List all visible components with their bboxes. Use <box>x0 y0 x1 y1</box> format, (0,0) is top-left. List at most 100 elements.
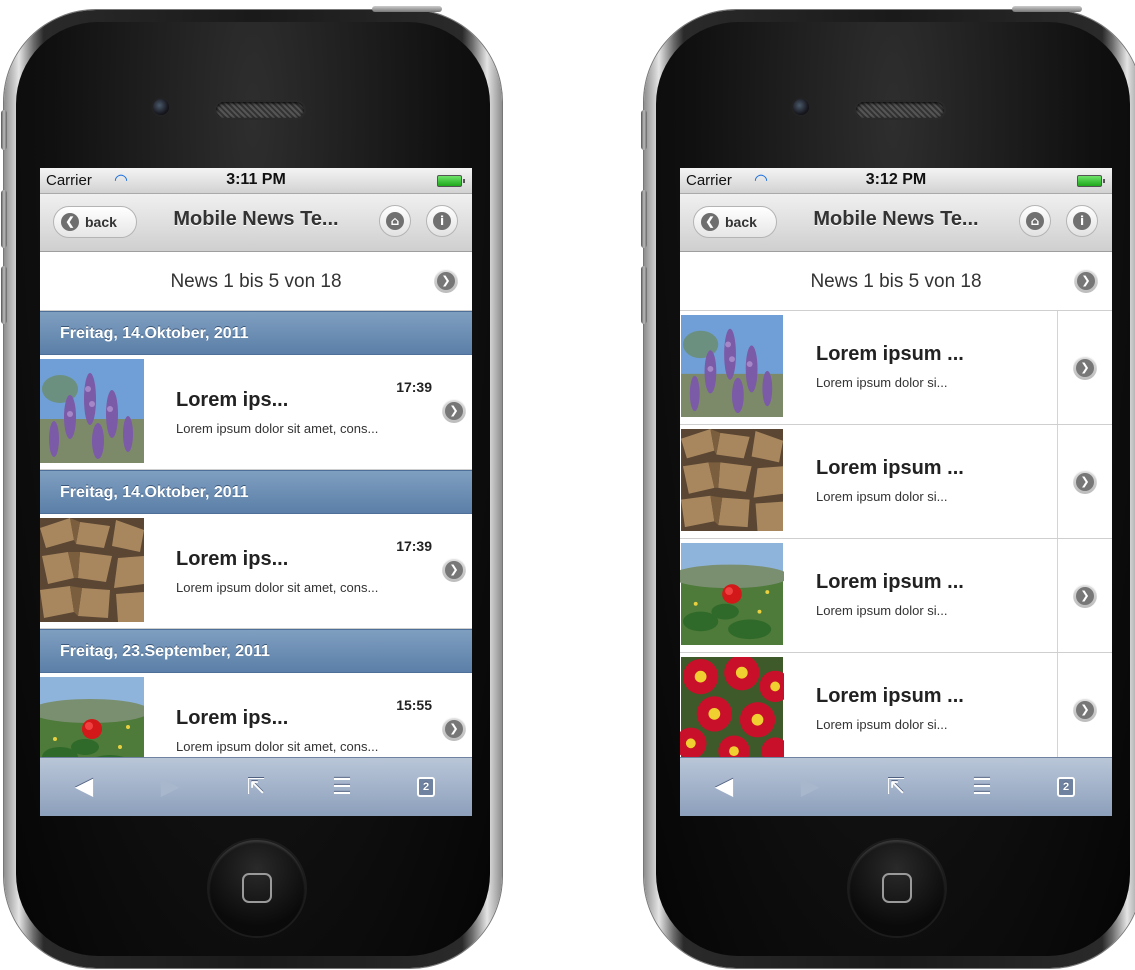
clock: 3:11 PM <box>226 171 286 188</box>
news-thumbnail <box>40 359 144 463</box>
arrow-left-icon[interactable]: ◀ <box>704 772 744 802</box>
earpiece-speaker <box>216 102 304 118</box>
news-item[interactable]: Lorem ips... Lorem ipsum dolor sit amet,… <box>40 355 472 470</box>
home-button[interactable] <box>849 840 945 936</box>
browser-toolbar: ◀ ▶ ⇱ ☰ 2 <box>680 757 1112 816</box>
front-camera <box>793 99 809 115</box>
news-time: 17:39 <box>396 538 432 554</box>
news-description: Lorem ipsum dolor sit amet, cons... <box>176 739 379 754</box>
news-title: Lorem ips... <box>176 707 289 729</box>
news-item[interactable]: Lorem ipsum ... Lorem ipsum dolor si... … <box>680 311 1112 425</box>
item-detail-button[interactable]: ❯ <box>1073 470 1097 494</box>
split-divider <box>1057 539 1058 652</box>
news-time: 15:55 <box>396 697 432 713</box>
home-button[interactable] <box>209 840 305 936</box>
info-icon: i <box>433 212 451 230</box>
share-icon[interactable]: ⇱ <box>876 772 916 802</box>
split-divider <box>1057 425 1058 538</box>
date-divider: Freitag, 14.Oktober, 2011 <box>40 311 472 355</box>
battery-icon <box>437 175 465 187</box>
item-detail-button[interactable]: ❯ <box>1073 584 1097 608</box>
news-title: Lorem ips... <box>176 548 289 570</box>
chevron-right-icon: ❯ <box>1076 701 1094 719</box>
browser-toolbar: ◀ ▶ ⇱ ☰ 2 <box>40 757 472 816</box>
volume-down-button <box>641 266 647 324</box>
chevron-right-icon: ❯ <box>1076 359 1094 377</box>
clock: 3:12 PM <box>865 171 927 188</box>
chevron-right-icon: ❯ <box>1076 587 1094 605</box>
header-bar: ❮ back Mobile News Te... ⌂ i <box>680 194 1112 252</box>
battery-icon <box>1077 175 1105 187</box>
item-detail-button[interactable]: ❯ <box>1073 356 1097 380</box>
volume-up-button <box>641 190 647 248</box>
item-chevron: ❯ <box>442 399 466 423</box>
news-description: Lorem ipsum dolor si... <box>816 489 948 504</box>
news-title: Lorem ips... <box>176 389 289 411</box>
home-icon: ⌂ <box>1026 212 1044 230</box>
chevron-right-icon: ❯ <box>1076 473 1094 491</box>
news-item[interactable]: Lorem ips... Lorem ipsum dolor sit amet,… <box>40 514 472 629</box>
news-item[interactable]: Lorem ipsum ... Lorem ipsum dolor si... … <box>680 653 1112 767</box>
arrow-right-icon[interactable]: ▶ <box>790 772 830 802</box>
news-item[interactable]: Lorem ipsum ... Lorem ipsum dolor si... … <box>680 425 1112 539</box>
news-description: Lorem ipsum dolor si... <box>816 603 948 618</box>
earpiece-speaker <box>856 102 944 118</box>
power-button <box>372 6 442 12</box>
status-bar: Carrier ◠ 3:11 PM <box>40 168 472 194</box>
volume-up-button <box>1 190 7 248</box>
news-title: Lorem ipsum ... <box>816 343 964 365</box>
chevron-right-icon: ❯ <box>445 561 463 579</box>
info-button[interactable]: i <box>426 205 458 237</box>
item-chevron: ❯ <box>442 717 466 741</box>
status-bar: Carrier ◠ 3:12 PM <box>680 168 1112 194</box>
volume-down-button <box>1 266 7 324</box>
pager-text: News 1 bis 5 von 18 <box>810 271 982 292</box>
pager-row[interactable]: News 1 bis 5 von 18 ❯ <box>40 252 472 311</box>
mute-switch <box>641 110 647 150</box>
bookmarks-icon[interactable]: ☰ <box>962 772 1002 802</box>
news-thumbnail <box>40 518 144 622</box>
screen-right: Carrier ◠ 3:12 PM ❮ back Mobile News Te.… <box>680 168 1112 816</box>
news-item[interactable]: Lorem ipsum ... Lorem ipsum dolor si... … <box>680 539 1112 653</box>
chevron-right-icon: ❯ <box>437 272 455 290</box>
share-icon[interactable]: ⇱ <box>236 772 276 802</box>
home-icon: ⌂ <box>386 212 404 230</box>
power-button <box>1012 6 1082 12</box>
next-page-button[interactable]: ❯ <box>434 269 458 293</box>
chevron-right-icon: ❯ <box>445 402 463 420</box>
home-icon-button[interactable]: ⌂ <box>379 205 411 237</box>
date-divider: Freitag, 14.Oktober, 2011 <box>40 470 472 514</box>
tabs-button[interactable]: 2 <box>1048 772 1088 802</box>
news-description: Lorem ipsum dolor si... <box>816 375 948 390</box>
info-icon: i <box>1073 212 1091 230</box>
item-detail-button[interactable]: ❯ <box>1073 698 1097 722</box>
news-description: Lorem ipsum dolor sit amet, cons... <box>176 421 379 436</box>
pager-row[interactable]: News 1 bis 5 von 18 ❯ <box>680 252 1112 311</box>
info-button[interactable]: i <box>1066 205 1098 237</box>
news-thumbnail <box>680 543 784 645</box>
date-divider: Freitag, 23.September, 2011 <box>40 629 472 673</box>
screen-left: Carrier ◠ 3:11 PM ❮ back Mobile News Te.… <box>40 168 472 816</box>
news-title: Lorem ipsum ... <box>816 457 964 479</box>
home-icon-button[interactable]: ⌂ <box>1019 205 1051 237</box>
news-title: Lorem ipsum ... <box>816 571 964 593</box>
bookmarks-icon[interactable]: ☰ <box>322 772 362 802</box>
tabs-icon: 2 <box>1057 777 1075 797</box>
item-chevron: ❯ <box>442 558 466 582</box>
news-description: Lorem ipsum dolor si... <box>816 717 948 732</box>
chevron-right-icon: ❯ <box>1077 272 1095 290</box>
next-page-button[interactable]: ❯ <box>1074 269 1098 293</box>
split-divider <box>1057 311 1058 424</box>
tabs-icon: 2 <box>417 777 435 797</box>
split-divider <box>1057 653 1058 766</box>
news-title: Lorem ipsum ... <box>816 685 964 707</box>
news-time: 17:39 <box>396 379 432 395</box>
header-bar: ❮ back Mobile News Te... ⌂ i <box>40 194 472 252</box>
news-thumbnail <box>680 315 784 417</box>
chevron-right-icon: ❯ <box>445 720 463 738</box>
pager-text: News 1 bis 5 von 18 <box>170 271 342 292</box>
arrow-left-icon[interactable]: ◀ <box>64 772 104 802</box>
news-description: Lorem ipsum dolor sit amet, cons... <box>176 580 379 595</box>
tabs-button[interactable]: 2 <box>408 772 448 802</box>
arrow-right-icon[interactable]: ▶ <box>150 772 190 802</box>
